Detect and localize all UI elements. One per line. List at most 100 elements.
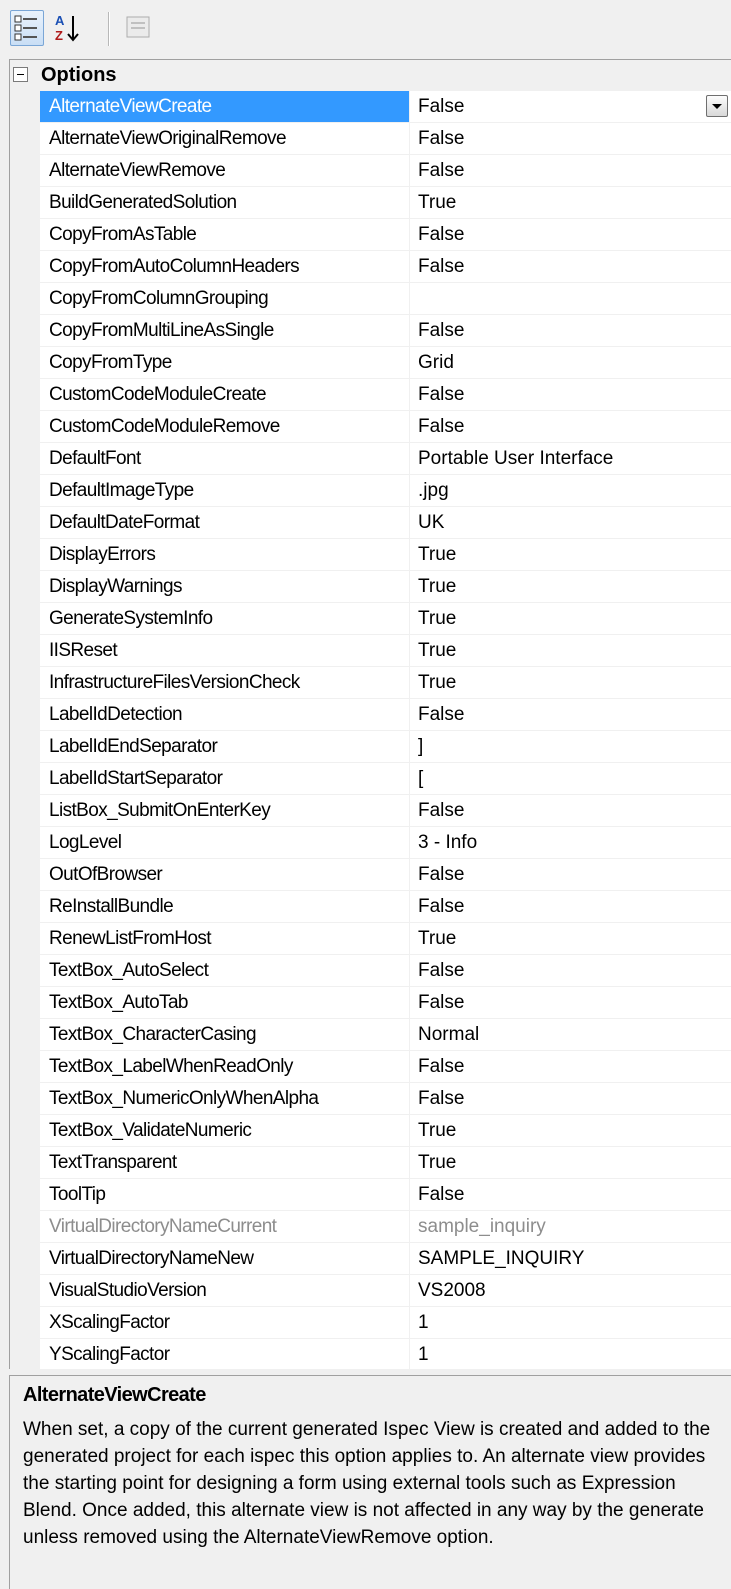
property-name[interactable]: VirtualDirectoryNameCurrent bbox=[40, 1211, 410, 1242]
property-row[interactable]: DefaultFont Portable User Interface bbox=[40, 443, 731, 475]
property-row[interactable]: ToolTip False bbox=[40, 1179, 731, 1211]
property-name[interactable]: BuildGeneratedSolution bbox=[40, 187, 410, 218]
property-name[interactable]: DefaultFont bbox=[40, 443, 410, 474]
property-row[interactable]: CustomCodeModuleCreate False bbox=[40, 379, 731, 411]
property-value[interactable]: True bbox=[410, 1147, 731, 1178]
property-name[interactable]: RenewListFromHost bbox=[40, 923, 410, 954]
property-value[interactable]: False bbox=[410, 795, 731, 826]
property-value[interactable]: True bbox=[410, 667, 731, 698]
property-row[interactable]: TextBox_AutoSelect False bbox=[40, 955, 731, 987]
property-pages-button[interactable] bbox=[122, 10, 156, 46]
property-name[interactable]: CustomCodeModuleCreate bbox=[40, 379, 410, 410]
property-name[interactable]: AlternateViewRemove bbox=[40, 155, 410, 186]
property-row[interactable]: LabelIdDetection False bbox=[40, 699, 731, 731]
property-value[interactable]: False bbox=[410, 955, 731, 986]
property-name[interactable]: AlternateViewOriginalRemove bbox=[40, 123, 410, 154]
property-row[interactable]: CopyFromMultiLineAsSingle False bbox=[40, 315, 731, 347]
property-value[interactable]: SAMPLE_INQUIRY bbox=[410, 1243, 731, 1274]
property-value[interactable] bbox=[410, 283, 731, 314]
property-value[interactable]: VS2008 bbox=[410, 1275, 731, 1306]
property-name[interactable]: CustomCodeModuleRemove bbox=[40, 411, 410, 442]
property-row[interactable]: LogLevel 3 - Info bbox=[40, 827, 731, 859]
property-value[interactable]: False bbox=[410, 891, 731, 922]
categorized-button[interactable] bbox=[10, 10, 44, 46]
property-name[interactable]: CopyFromColumnGrouping bbox=[40, 283, 410, 314]
alphabetical-button[interactable]: A Z bbox=[52, 10, 86, 46]
property-value[interactable]: Portable User Interface bbox=[410, 443, 731, 474]
property-name[interactable]: LabelIdEndSeparator bbox=[40, 731, 410, 762]
property-name[interactable]: VisualStudioVersion bbox=[40, 1275, 410, 1306]
property-name[interactable]: ToolTip bbox=[40, 1179, 410, 1210]
property-value[interactable]: False bbox=[410, 987, 731, 1018]
property-name[interactable]: AlternateViewCreate bbox=[40, 91, 410, 122]
property-name[interactable]: DisplayWarnings bbox=[40, 571, 410, 602]
property-value[interactable]: False bbox=[410, 859, 731, 890]
property-row[interactable]: OutOfBrowser False bbox=[40, 859, 731, 891]
property-name[interactable]: TextBox_CharacterCasing bbox=[40, 1019, 410, 1050]
property-name[interactable]: ListBox_SubmitOnEnterKey bbox=[40, 795, 410, 826]
property-name[interactable]: CopyFromAutoColumnHeaders bbox=[40, 251, 410, 282]
property-row[interactable]: VirtualDirectoryNameNew SAMPLE_INQUIRY bbox=[40, 1243, 731, 1275]
property-row[interactable]: BuildGeneratedSolution True bbox=[40, 187, 731, 219]
collapse-icon[interactable] bbox=[13, 67, 28, 82]
property-row[interactable]: AlternateViewRemove False bbox=[40, 155, 731, 187]
property-value[interactable]: .jpg bbox=[410, 475, 731, 506]
property-row[interactable]: TextBox_ValidateNumeric True bbox=[40, 1115, 731, 1147]
property-row[interactable]: DisplayErrors True bbox=[40, 539, 731, 571]
property-value[interactable]: ] bbox=[410, 731, 731, 762]
property-row[interactable]: InfrastructureFilesVersionCheck True bbox=[40, 667, 731, 699]
property-value[interactable]: [ bbox=[410, 763, 731, 794]
property-row[interactable]: VisualStudioVersion VS2008 bbox=[40, 1275, 731, 1307]
property-value[interactable]: True bbox=[410, 635, 731, 666]
property-name[interactable]: ReInstallBundle bbox=[40, 891, 410, 922]
property-name[interactable]: IISReset bbox=[40, 635, 410, 666]
property-row[interactable]: YScalingFactor 1 bbox=[40, 1339, 731, 1371]
property-value[interactable]: Grid bbox=[410, 347, 731, 378]
property-name[interactable]: CopyFromAsTable bbox=[40, 219, 410, 250]
property-row[interactable]: ListBox_SubmitOnEnterKey False bbox=[40, 795, 731, 827]
property-row[interactable]: TextBox_CharacterCasing Normal bbox=[40, 1019, 731, 1051]
property-row[interactable]: LabelIdStartSeparator[ bbox=[40, 763, 731, 795]
property-row[interactable]: ReInstallBundle False bbox=[40, 891, 731, 923]
property-row[interactable]: VirtualDirectoryNameCurrent sample_inquir… bbox=[40, 1211, 731, 1243]
property-value[interactable]: False bbox=[410, 1051, 731, 1082]
property-row[interactable]: TextBox_AutoTab False bbox=[40, 987, 731, 1019]
property-row[interactable]: CopyFromType Grid bbox=[40, 347, 731, 379]
property-name[interactable]: TextBox_NumericOnlyWhenAlpha bbox=[40, 1083, 410, 1114]
property-value[interactable]: True bbox=[410, 923, 731, 954]
property-name[interactable]: TextBox_ValidateNumeric bbox=[40, 1115, 410, 1146]
property-value[interactable]: False bbox=[410, 155, 731, 186]
property-name[interactable]: YScalingFactor bbox=[40, 1339, 410, 1370]
property-value[interactable]: False bbox=[410, 251, 731, 282]
property-row[interactable]: AlternateViewCreate False bbox=[40, 91, 731, 123]
category-header-options[interactable]: Options bbox=[10, 60, 731, 91]
property-row[interactable]: XScalingFactor 1 bbox=[40, 1307, 731, 1339]
property-name[interactable]: OutOfBrowser bbox=[40, 859, 410, 890]
property-row[interactable]: TextTransparent True bbox=[40, 1147, 731, 1179]
property-value[interactable]: False bbox=[410, 411, 731, 442]
property-name[interactable]: LabelIdDetection bbox=[40, 699, 410, 730]
property-row[interactable]: LabelIdEndSeparator] bbox=[40, 731, 731, 763]
property-row[interactable]: RenewListFromHost True bbox=[40, 923, 731, 955]
property-row[interactable]: AlternateViewOriginalRemove False bbox=[40, 123, 731, 155]
property-row[interactable]: TextBox_LabelWhenReadOnly False bbox=[40, 1051, 731, 1083]
property-name[interactable]: TextBox_AutoSelect bbox=[40, 955, 410, 986]
property-row[interactable]: CustomCodeModuleRemove False bbox=[40, 411, 731, 443]
property-value[interactable]: False bbox=[410, 219, 731, 250]
value-dropdown-button[interactable] bbox=[706, 95, 728, 117]
property-name[interactable]: CopyFromType bbox=[40, 347, 410, 378]
property-name[interactable]: TextTransparent bbox=[40, 1147, 410, 1178]
property-row[interactable]: DisplayWarnings True bbox=[40, 571, 731, 603]
property-name[interactable]: XScalingFactor bbox=[40, 1307, 410, 1338]
property-name[interactable]: CopyFromMultiLineAsSingle bbox=[40, 315, 410, 346]
property-row[interactable]: CopyFromAutoColumnHeaders False bbox=[40, 251, 731, 283]
property-value[interactable]: False bbox=[410, 315, 731, 346]
property-value[interactable]: 1 bbox=[410, 1339, 731, 1370]
property-value[interactable]: 1 bbox=[410, 1307, 731, 1338]
property-name[interactable]: TextBox_AutoTab bbox=[40, 987, 410, 1018]
property-value[interactable]: False bbox=[410, 699, 731, 730]
property-name[interactable]: LogLevel bbox=[40, 827, 410, 858]
property-value[interactable]: True bbox=[410, 571, 731, 602]
property-row[interactable]: CopyFromColumnGrouping bbox=[40, 283, 731, 315]
property-value[interactable]: False bbox=[410, 1179, 731, 1210]
